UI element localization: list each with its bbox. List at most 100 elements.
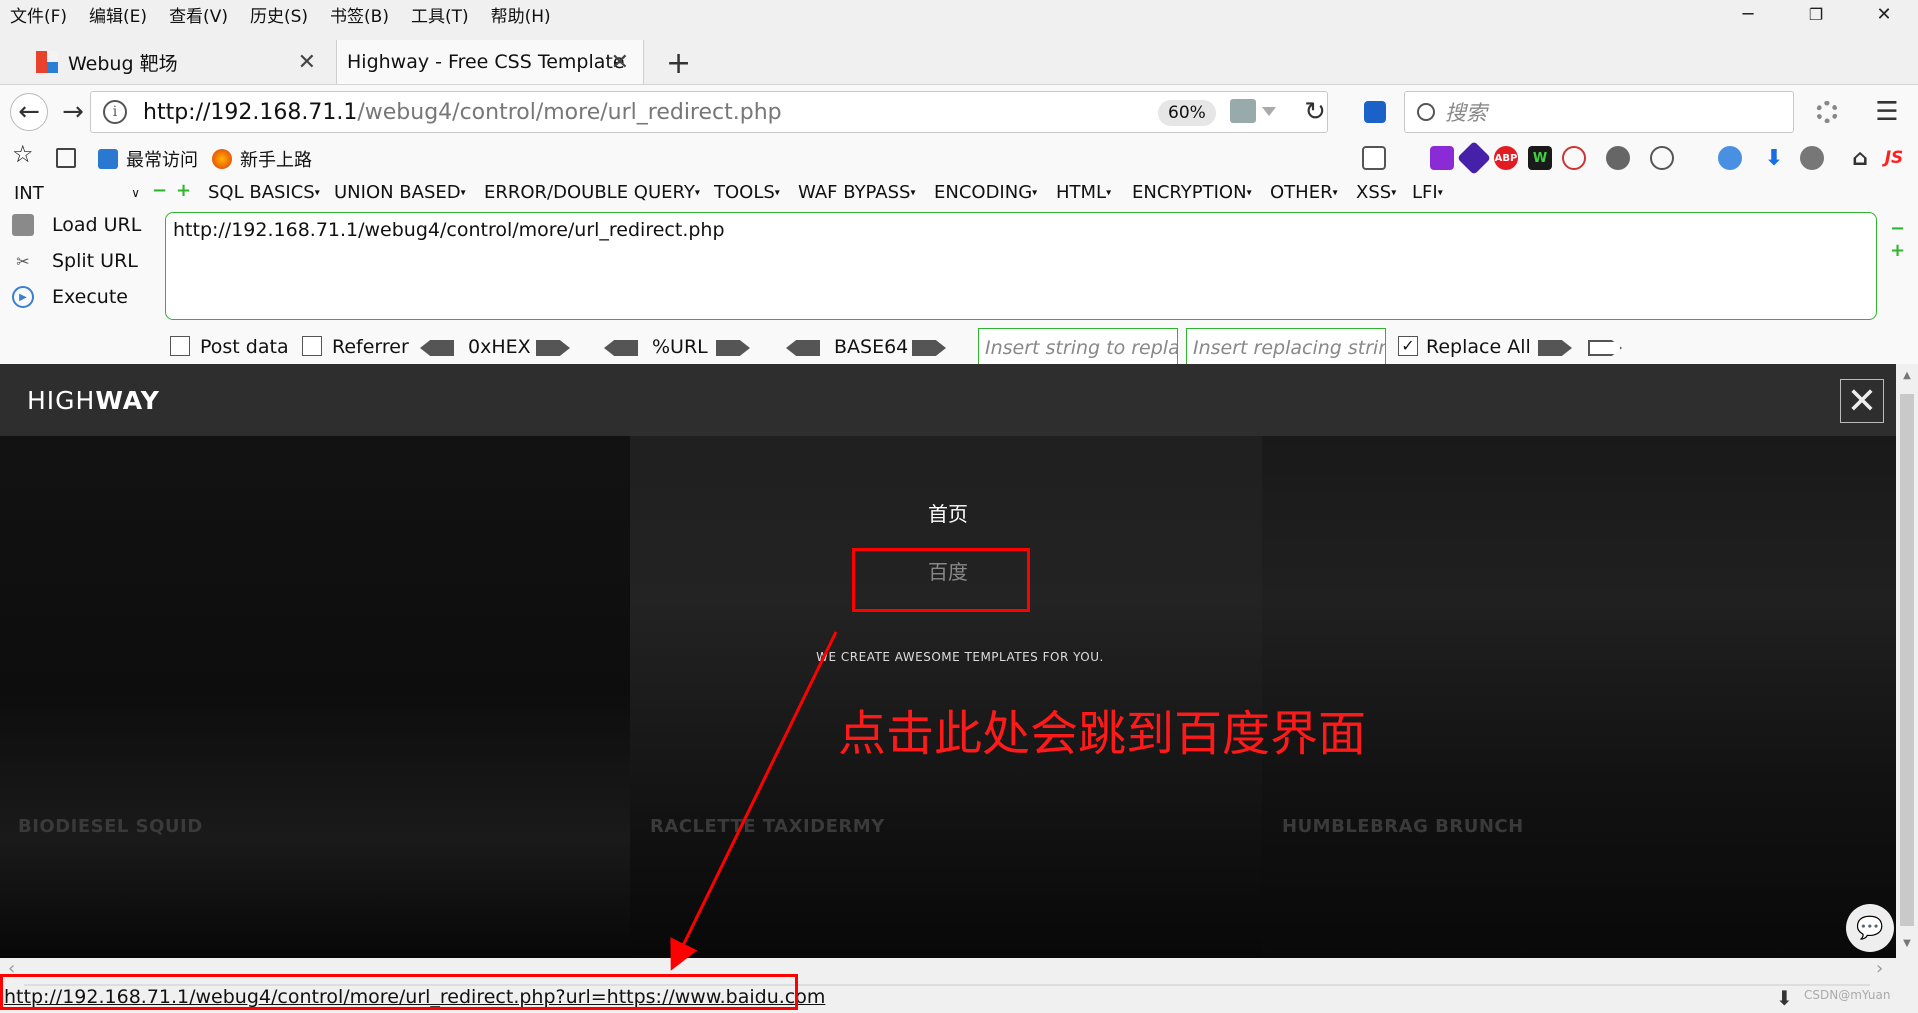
reload-button[interactable]: ↻ [1296,93,1334,131]
zoom-icon[interactable] [1562,146,1586,170]
url-decode-arrow-icon[interactable] [604,340,638,356]
maximize-button[interactable]: ❐ [1784,0,1848,28]
hackbar-options: Post data Referrer 0xHEX %URL BASE64 Ins… [0,324,1918,368]
site-logo[interactable]: HIGHWAY [27,386,160,415]
int-select[interactable]: INT ∨ [14,181,140,205]
nav-link-home[interactable]: 首页 [888,498,1008,527]
menu-sql-basics[interactable]: SQL BASICS▾ [208,182,320,203]
page-scrollbar[interactable]: ▲ ▼ [1896,364,1918,958]
zoom-indicator[interactable]: 60% [1158,100,1216,126]
scroll-up-icon[interactable]: ▲ [1900,370,1914,381]
highlight-box-status [0,974,798,1010]
int-select-value: INT [14,182,44,204]
menu-close-button[interactable]: ✕ [1840,379,1884,423]
gallery-caption-1[interactable]: BIODIESEL SQUID [18,816,203,837]
layers-icon[interactable] [1457,141,1491,175]
new-tab-button[interactable]: + [666,46,691,81]
globe-icon[interactable] [1606,146,1630,170]
info-icon[interactable]: i [103,100,127,124]
menu-other[interactable]: OTHER▾ [1270,182,1338,203]
library-icon[interactable] [56,148,76,168]
shield-w-icon[interactable]: W [1528,146,1552,170]
gear-icon[interactable] [1816,101,1838,123]
referrer-checkbox[interactable] [302,336,322,356]
tab-close-icon[interactable]: ✕ [298,50,316,75]
menu-html[interactable]: HTML▾ [1056,182,1111,203]
hex-encode-arrow-icon[interactable] [536,340,570,356]
execute-button[interactable]: ▶ Execute [12,282,128,312]
replace-reverse-arrow-icon[interactable] [1588,340,1622,356]
search-input[interactable]: 搜索 [1404,91,1794,133]
gallery-caption-2[interactable]: RACLETTE TAXIDERMY [650,816,885,837]
tab-close-icon[interactable]: ✕ [611,50,629,75]
minimize-button[interactable]: ─ [1716,0,1780,28]
status-download-icon[interactable]: ⬇ [1776,986,1793,1010]
address-bar[interactable]: i http://192.168.71.1/webug4/control/mor… [90,91,1328,133]
chat-bubble-icon[interactable]: 💬 [1846,904,1894,952]
window-close-button[interactable]: ✕ [1852,0,1916,28]
replace-all-checkbox[interactable]: ✓ [1398,336,1418,356]
hex-decode-arrow-icon[interactable] [420,340,454,356]
js-icon[interactable]: JS [1882,146,1906,170]
replace-string-input[interactable]: Insert string to replace [978,328,1178,368]
site-tagline: WE CREATE AWESOME TEMPLATES FOR YOU. [816,650,1104,664]
extension-purple-icon[interactable] [1430,146,1454,170]
menu-encryption[interactable]: ENCRYPTION▾ [1132,182,1252,203]
abp-icon[interactable]: ABP [1494,146,1518,170]
split-url-button[interactable]: ✂ Split URL [12,246,138,276]
dropdown-chevron-icon[interactable] [1262,107,1276,116]
back-button[interactable]: ← [10,93,48,131]
textarea-minus-icon[interactable]: − [1890,218,1905,239]
hamburger-menu-icon[interactable]: ☰ [1868,93,1906,131]
replace-arrow-icon[interactable] [1538,340,1572,356]
menu-bookmarks[interactable]: 书签(B) [330,2,389,27]
base64-encode-arrow-icon[interactable] [912,340,946,356]
user-agent-icon[interactable] [1800,146,1824,170]
menu-union-based[interactable]: UNION BASED▾ [334,182,466,203]
menu-view[interactable]: 查看(V) [169,2,228,27]
textarea-plus-icon[interactable]: + [1890,240,1905,261]
status-bar: ‹ › http://192.168.71.1/webug4/control/m… [0,958,1918,1013]
load-url-button[interactable]: Load URL [12,210,141,240]
bookmark-getting-started[interactable]: 新手上路 [212,146,312,172]
menu-encoding[interactable]: ENCODING▾ [934,182,1037,203]
menu-history[interactable]: 历史(S) [250,2,308,27]
replacing-string-input[interactable]: Insert replacing string [1186,328,1386,368]
scrollbar-thumb[interactable] [1900,394,1914,926]
post-data-checkbox[interactable] [170,336,190,356]
menu-file[interactable]: 文件(F) [10,2,67,27]
menu-tools[interactable]: 工具(T) [411,2,469,27]
palette-icon[interactable] [1650,146,1674,170]
menu-bar: 文件(F) 编辑(E) 查看(V) 历史(S) 书签(B) 工具(T) 帮助(H… [0,0,1918,28]
scissors-icon: ✂ [16,251,30,271]
menu-tools[interactable]: TOOLS▾ [714,182,780,203]
menu-lfi[interactable]: LFI▾ [1412,182,1443,203]
menu-help[interactable]: 帮助(H) [491,2,551,27]
highlight-box-baidu [852,548,1030,612]
hackbar-url-textarea[interactable]: http://192.168.71.1/webug4/control/more/… [165,212,1877,320]
bookmark-star-icon[interactable]: ☆ [12,140,34,168]
menu-xss[interactable]: XSS▾ [1356,182,1396,203]
extension-icon[interactable] [1364,101,1386,123]
tab-list-icon[interactable] [1362,146,1386,170]
reader-view-icon[interactable] [1230,99,1256,123]
address-text[interactable]: http://192.168.71.1/webug4/control/more/… [143,100,782,125]
tab-webug[interactable]: Webug 靶场 ✕ [20,40,330,84]
scroll-down-icon[interactable]: ▼ [1900,938,1914,949]
scroll-right-icon[interactable]: › [1876,958,1883,979]
menu-error-double-query[interactable]: ERROR/DOUBLE QUERY▾ [484,182,700,203]
url-encode-arrow-icon[interactable] [716,340,750,356]
menu-edit[interactable]: 编辑(E) [89,2,147,27]
translate-icon[interactable] [1718,146,1742,170]
bookmark-most-visited[interactable]: 最常访问 [98,146,198,172]
tab-highway[interactable]: Highway - Free CSS Template ✕ [336,40,644,84]
hackbar-minus-icon[interactable]: − [152,180,167,201]
base64-decode-arrow-icon[interactable] [786,340,820,356]
gallery-caption-3[interactable]: HUMBLEBRAG BRUNCH [1282,816,1524,837]
menu-waf-bypass[interactable]: WAF BYPASS▾ [798,182,915,203]
download-icon[interactable]: ⬇ [1762,146,1786,171]
hackbar-plus-icon[interactable]: + [176,180,191,201]
home-icon[interactable]: ⌂ [1848,146,1872,171]
forward-button[interactable]: → [54,93,92,131]
execute-label: Execute [52,286,128,308]
